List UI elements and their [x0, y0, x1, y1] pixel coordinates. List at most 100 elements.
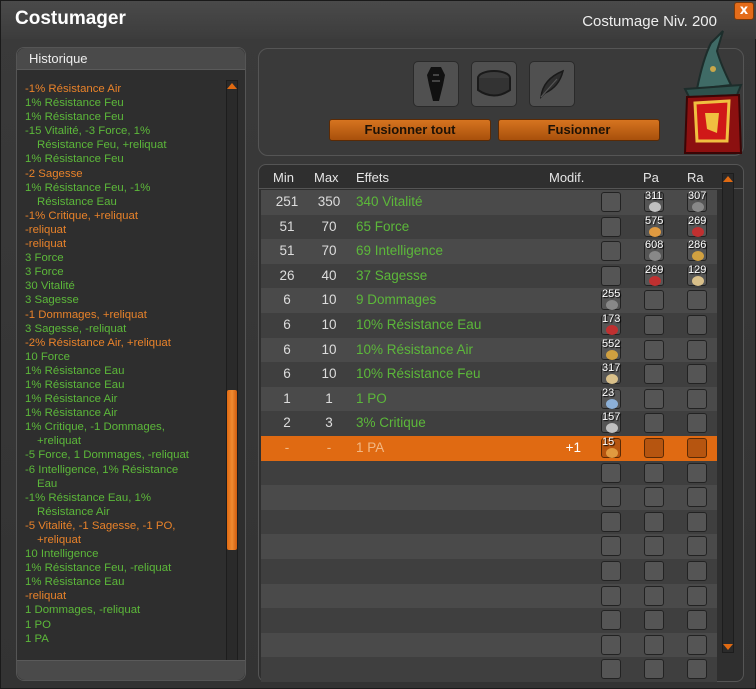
- rune-box[interactable]: [644, 315, 664, 335]
- col-min: Min: [273, 170, 294, 185]
- rune-count: 157: [602, 411, 621, 424]
- rune-box[interactable]: [687, 536, 707, 557]
- empty-row[interactable]: [261, 485, 717, 510]
- rune-box[interactable]: [687, 364, 707, 385]
- history-line: -reliquat: [25, 223, 67, 236]
- min-value: 6: [283, 292, 291, 308]
- rune-box[interactable]: [644, 388, 664, 409]
- rune-box[interactable]: [687, 487, 707, 508]
- history-line: -1% Critique, +reliquat: [25, 209, 139, 222]
- rune-slot[interactable]: [601, 634, 621, 655]
- table-row[interactable]: 6 10 10% Résistance Feu 317: [261, 362, 717, 387]
- history-line: Eau: [37, 477, 58, 490]
- min-value: 1: [283, 390, 291, 406]
- rune-box[interactable]: [687, 610, 707, 631]
- costume-preview-icon: [683, 30, 743, 154]
- rune-box[interactable]: [687, 634, 707, 655]
- rune-slot[interactable]: [601, 192, 621, 212]
- rune-box[interactable]: [644, 413, 664, 434]
- rune-box[interactable]: [687, 388, 707, 409]
- scroll-down-icon[interactable]: [723, 644, 733, 650]
- rune-box[interactable]: [687, 511, 707, 532]
- table-row[interactable]: 2 3 3% Critique 157: [261, 411, 717, 436]
- rune-box[interactable]: [687, 561, 707, 581]
- rune-box[interactable]: [644, 462, 664, 483]
- rune-box[interactable]: [687, 462, 707, 483]
- rune-box-icon: [477, 70, 511, 97]
- rune-slot[interactable]: [601, 265, 621, 286]
- history-title: Historique: [29, 51, 88, 66]
- rune-box[interactable]: [644, 585, 664, 606]
- rune-box[interactable]: [644, 339, 664, 360]
- table-row[interactable]: - - 1 PA +1 15: [261, 436, 717, 461]
- scroll-up-icon[interactable]: [227, 83, 237, 89]
- empty-row[interactable]: [261, 608, 717, 633]
- rune-slot[interactable]: [601, 585, 621, 606]
- rune-box[interactable]: [644, 561, 664, 581]
- table-row[interactable]: 51 70 65 Force 575 269: [261, 214, 717, 240]
- max-value: 10: [321, 366, 337, 382]
- rune-slot[interactable]: [601, 536, 621, 557]
- rune-box[interactable]: [687, 315, 707, 335]
- empty-row[interactable]: [261, 632, 717, 658]
- col-modif: Modif.: [549, 170, 585, 185]
- rune-box-slot[interactable]: [471, 61, 517, 107]
- rune-box[interactable]: [644, 438, 664, 458]
- empty-row[interactable]: [261, 460, 717, 486]
- history-line: -2% Résistance Air, +reliquat: [25, 336, 171, 349]
- table-row[interactable]: 26 40 37 Sagesse 269 129: [261, 263, 717, 289]
- rune-slot[interactable]: [601, 462, 621, 483]
- table-row[interactable]: 251 350 340 Vitalité 311 307: [261, 190, 717, 215]
- item-slot[interactable]: [413, 61, 459, 107]
- fuse-button[interactable]: Fusionner: [498, 119, 660, 141]
- rune-slot[interactable]: [601, 487, 621, 508]
- empty-row[interactable]: [261, 509, 717, 535]
- empty-row[interactable]: [261, 534, 717, 559]
- rune-box[interactable]: [644, 487, 664, 508]
- history-scrollbar[interactable]: [226, 80, 238, 676]
- close-button[interactable]: x: [734, 2, 754, 20]
- rune-count: 307: [688, 190, 707, 202]
- rune-box[interactable]: [644, 659, 664, 680]
- table-row[interactable]: 51 70 69 Intelligence 608 286: [261, 239, 717, 264]
- rune-slot[interactable]: [601, 610, 621, 631]
- rune-count: 552: [602, 337, 621, 350]
- rune-box[interactable]: [687, 438, 707, 458]
- table-row[interactable]: 6 10 10% Résistance Eau 173: [261, 313, 717, 338]
- table-row[interactable]: 6 10 9 Dommages 255: [261, 288, 717, 313]
- rune-box[interactable]: [644, 536, 664, 557]
- rune-slot[interactable]: [601, 216, 621, 237]
- table-scrollbar[interactable]: [722, 173, 734, 653]
- rune-slot[interactable]: [601, 561, 621, 581]
- rune-box[interactable]: [644, 511, 664, 532]
- empty-row[interactable]: [261, 657, 717, 682]
- rune-box[interactable]: [644, 290, 664, 311]
- rune-box[interactable]: [687, 413, 707, 434]
- feather-slot[interactable]: [529, 61, 575, 107]
- rune-box[interactable]: [644, 610, 664, 631]
- table-row[interactable]: 1 1 1 PO 23: [261, 386, 717, 412]
- scroll-up-icon[interactable]: [723, 176, 733, 182]
- history-line: 1% Résistance Eau: [25, 364, 125, 377]
- fuse-all-button[interactable]: Fusionner tout: [329, 119, 491, 141]
- rune-box[interactable]: [687, 585, 707, 606]
- rune-box[interactable]: [687, 290, 707, 311]
- history-line: 3 Force: [25, 252, 64, 265]
- rune-box[interactable]: [687, 339, 707, 360]
- table-row[interactable]: 6 10 10% Résistance Air 552: [261, 337, 717, 363]
- empty-row[interactable]: [261, 559, 717, 584]
- rune-slot[interactable]: [601, 241, 621, 262]
- history-scroll-thumb[interactable]: [227, 389, 237, 550]
- max-value: 10: [321, 292, 337, 308]
- empty-row[interactable]: [261, 583, 717, 609]
- rune-slot[interactable]: [601, 659, 621, 680]
- rune-box[interactable]: [644, 364, 664, 385]
- rune-box[interactable]: [644, 634, 664, 655]
- rune-count: 129: [688, 263, 707, 276]
- max-value: -: [326, 440, 332, 455]
- rune-box[interactable]: [687, 659, 707, 680]
- rune-slot[interactable]: [601, 511, 621, 532]
- table-header: Min Max Effets Modif. Pa Ra: [259, 165, 743, 189]
- col-ra: Ra: [687, 170, 704, 185]
- max-value: 40: [321, 267, 337, 283]
